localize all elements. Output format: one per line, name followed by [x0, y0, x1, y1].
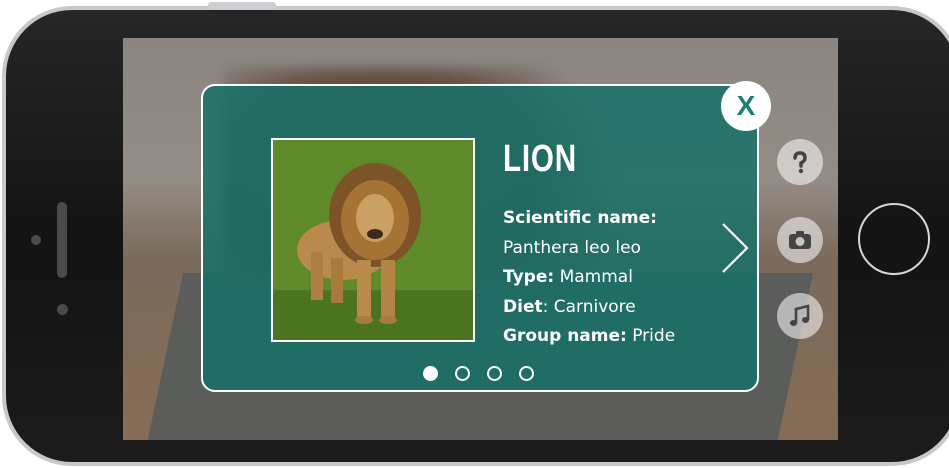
- camera-icon: [789, 231, 811, 249]
- fact-row: Group name: Pride: [503, 322, 675, 352]
- camera-lens: [31, 235, 41, 245]
- fact-label: Group name:: [503, 326, 627, 346]
- ar-screen: LION Scientific name: Panthera leo leo T…: [123, 38, 838, 440]
- lion-photo: [271, 138, 475, 342]
- chevron-right-icon[interactable]: [719, 222, 751, 274]
- fact-value: Pride: [626, 326, 676, 346]
- page-dot-4[interactable]: [519, 366, 534, 381]
- camera-button[interactable]: [777, 217, 823, 263]
- fact-label: Type:: [503, 267, 555, 287]
- help-icon: [793, 151, 807, 174]
- sensor: [57, 304, 68, 315]
- speaker-grille: [57, 202, 67, 278]
- close-button[interactable]: X: [721, 81, 771, 131]
- fact-row: Type: Mammal: [503, 263, 675, 293]
- page-dot-3[interactable]: [487, 366, 502, 381]
- home-button[interactable]: [858, 203, 930, 275]
- music-button[interactable]: [777, 293, 823, 339]
- fact-row: Panthera leo leo: [503, 234, 675, 264]
- help-button[interactable]: [777, 139, 823, 185]
- power-button: [208, 2, 276, 9]
- animal-name: LION: [503, 138, 577, 180]
- page-dot-2[interactable]: [455, 366, 470, 381]
- page-dot-1[interactable]: [423, 366, 438, 381]
- fact-value: : Carnivore: [542, 296, 636, 317]
- animal-facts: Scientific name: Panthera leo leo Type: …: [503, 204, 675, 352]
- info-card: LION Scientific name: Panthera leo leo T…: [201, 84, 759, 392]
- fact-row: Diet: Carnivore: [503, 293, 675, 323]
- music-icon: [790, 304, 810, 326]
- pagination-dots: [423, 366, 534, 381]
- fact-value: Panthera leo leo: [503, 237, 641, 258]
- close-icon: X: [736, 90, 756, 121]
- fact-value: Mammal: [554, 267, 633, 287]
- fact-label: Diet: [503, 296, 543, 317]
- fact-row: Scientific name:: [503, 204, 675, 234]
- fact-label: Scientific name:: [503, 208, 657, 228]
